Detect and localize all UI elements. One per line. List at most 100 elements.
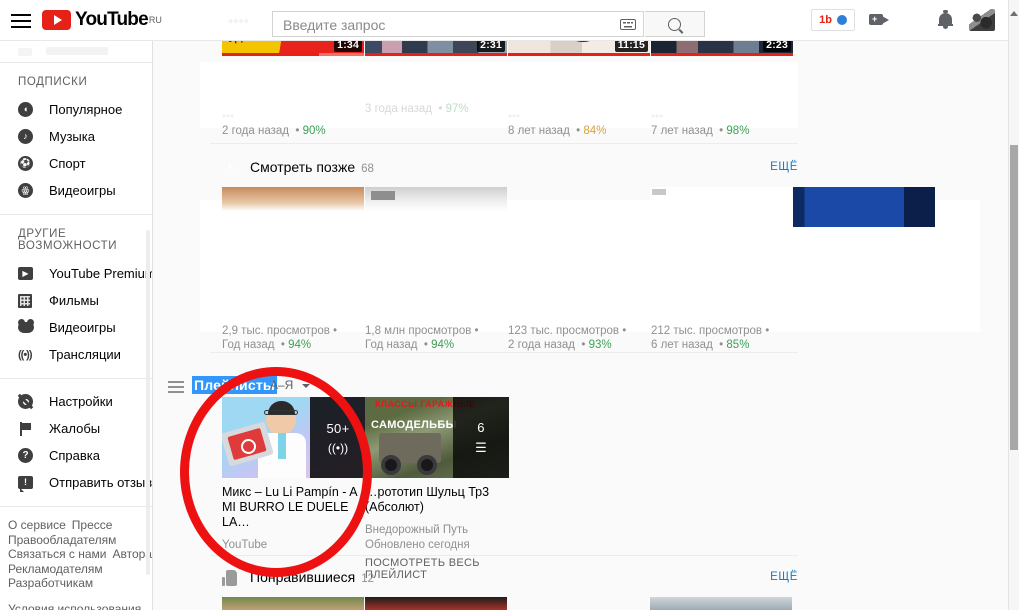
sidebar-item-report-history[interactable]: Жалобы bbox=[0, 415, 152, 442]
sidebar-item-label: Видеоигры bbox=[49, 320, 116, 335]
sidebar-item-gaming-2[interactable]: Видеоигры bbox=[0, 314, 152, 341]
video-meta: 3 года назад • 97% bbox=[365, 103, 469, 115]
playlist-count-overlay: 6 ☰ bbox=[453, 397, 509, 478]
footer-link-terms[interactable]: Условия использования bbox=[8, 602, 141, 610]
sidebar-item-live[interactable]: ((•)) Трансляции bbox=[0, 341, 152, 368]
sidebar-item-music[interactable]: ♪ Музыка bbox=[0, 123, 152, 150]
section-more-button[interactable]: ЕЩЁ bbox=[770, 571, 798, 583]
section-count: 68 bbox=[361, 163, 374, 175]
keyboard-icon[interactable] bbox=[620, 19, 636, 30]
playlist-thumbnail[interactable]: КЛАССЫ ГАРАЖНЫЕ САМОДЕЛЬБЫ 6 ☰ bbox=[365, 397, 509, 478]
search-input[interactable] bbox=[281, 16, 585, 34]
video-rating: 94% bbox=[288, 339, 312, 351]
playlist-thumbnail[interactable]: 50+ ((•)) bbox=[222, 397, 366, 478]
video-camera-icon[interactable]: + bbox=[869, 10, 891, 30]
sidebar-item-label: Настройки bbox=[49, 394, 113, 409]
video-views: 2,9 тыс. просмотров • bbox=[222, 325, 338, 337]
section-title-text: Понравившиеся bbox=[250, 569, 356, 585]
video-thumbnail[interactable] bbox=[222, 597, 364, 610]
playlist-card[interactable]: КЛАССЫ ГАРАЖНЫЕ САМОДЕЛЬБЫ 6 ☰ …рототип … bbox=[365, 397, 509, 581]
sidebar-item-send-feedback[interactable]: ! Отправить отзыв bbox=[0, 469, 152, 496]
sidebar-item-label: Фильмы bbox=[49, 293, 99, 308]
youtube-logo[interactable]: YouTube RU bbox=[42, 9, 162, 31]
footer-link-about[interactable]: О сервисе bbox=[8, 518, 66, 532]
video-rating: 97% bbox=[445, 103, 469, 115]
hamburger-line bbox=[11, 20, 31, 22]
footer-link-contact[interactable]: Связаться с нами bbox=[8, 547, 106, 561]
sidebar-item-gaming[interactable]: ꙮ Видеоигры bbox=[0, 177, 152, 204]
scrollbar-thumb[interactable] bbox=[1010, 145, 1018, 450]
footer-row: Правообладателям bbox=[8, 533, 152, 548]
footer-group-about: О сервисе Прессе Правообладателям Связать… bbox=[8, 518, 152, 591]
sidebar-scrollbar-thumb[interactable] bbox=[146, 230, 150, 575]
sidebar-item-help[interactable]: ? Справка bbox=[0, 442, 152, 469]
search-box[interactable] bbox=[272, 11, 644, 37]
list-burger-icon[interactable] bbox=[168, 378, 184, 396]
gamepad-icon: ꙮ bbox=[18, 183, 40, 198]
section-more-button[interactable]: ЕЩЁ bbox=[770, 161, 798, 173]
sidebar-heading-more-from-youtube: ДРУГИЕ ВОЗМОЖНОСТИ bbox=[18, 228, 118, 252]
sidebar-item-popular[interactable]: ◖ Популярное bbox=[0, 96, 152, 123]
logo-wordmark: YouTube bbox=[75, 9, 149, 30]
page-scrollbar[interactable] bbox=[1008, 0, 1019, 610]
sidebar-item-settings[interactable]: Настройки bbox=[0, 388, 152, 415]
hamburger-line bbox=[11, 14, 31, 16]
video-age: 8 лет назад bbox=[508, 125, 570, 137]
playlist-stack-icon: ☰ bbox=[475, 439, 487, 455]
video-thumbnail[interactable]: 11:15 bbox=[508, 40, 650, 56]
video-duration: 11:15 bbox=[614, 40, 648, 52]
playlist-count-overlay: 50+ ((•)) bbox=[310, 397, 366, 478]
video-thumbnail[interactable] bbox=[222, 187, 364, 227]
balance-dot-icon bbox=[836, 15, 847, 25]
scroll-up-arrow-icon[interactable] bbox=[1009, 8, 1019, 18]
notifications-bell-icon[interactable] bbox=[937, 10, 955, 30]
sort-dropdown[interactable]: А–Я bbox=[270, 378, 310, 392]
search-button[interactable] bbox=[645, 11, 705, 37]
video-views-faded: ••• bbox=[508, 111, 521, 123]
chevron-down-icon bbox=[301, 383, 310, 388]
sidebar-item-sports[interactable]: ⚽ Спорт bbox=[0, 150, 152, 177]
video-thumbnail[interactable] bbox=[650, 187, 792, 227]
footer-link-developers[interactable]: Разработчикам bbox=[8, 576, 93, 590]
video-thumbnail[interactable] bbox=[650, 597, 792, 610]
feedback-icon: ! bbox=[18, 476, 40, 492]
footer-group-legal: Условия использования Конфиденциальность… bbox=[8, 602, 152, 610]
footer-link-copyright[interactable]: Правообладателям bbox=[8, 533, 116, 547]
video-thumbnail[interactable] bbox=[793, 187, 935, 227]
left-sidebar: ПОДПИСКИ ◖ Популярное ♪ Музыка ⚽ Спорт ꙮ… bbox=[0, 40, 153, 610]
partial-label bbox=[46, 47, 108, 55]
sidebar-item-youtube-premium[interactable]: ▶ YouTube Premium bbox=[0, 260, 152, 287]
account-avatar[interactable] bbox=[969, 9, 995, 31]
video-rating: 93% bbox=[588, 339, 612, 351]
sidebar-item-label: Видеоигры bbox=[49, 183, 116, 198]
video-thumbnail[interactable]: УДАЛИТЬ 1:34 bbox=[222, 40, 364, 56]
footer-link-press[interactable]: Прессе bbox=[72, 518, 113, 532]
radio-mix-icon: ((•)) bbox=[327, 440, 349, 455]
section-title: Смотреть позже 68 bbox=[250, 159, 374, 175]
video-thumbnail[interactable]: 2:23 bbox=[651, 40, 793, 56]
footer-row: Разработчикам bbox=[8, 576, 152, 591]
thumbnail-text-mid: САМОДЕЛЬБЫ bbox=[371, 419, 457, 431]
flag-icon bbox=[18, 421, 40, 436]
video-age: 2 года назад bbox=[508, 339, 575, 351]
section-divider bbox=[210, 143, 798, 144]
sidebar-partial-item[interactable] bbox=[0, 40, 152, 62]
section-title-selected: Плейлисты bbox=[192, 376, 278, 394]
video-thumbnail[interactable] bbox=[365, 597, 507, 610]
video-rating: 85% bbox=[726, 339, 750, 351]
sidebar-heading-subscriptions: ПОДПИСКИ bbox=[18, 76, 88, 88]
main-content-area: УДАЛИТЬ 1:34 2:31 11:15 2:23 ••• 2 года … bbox=[152, 40, 1009, 610]
footer-link-advertise[interactable]: Рекламодателям bbox=[8, 562, 103, 576]
playlist-card[interactable]: 50+ ((•)) Микс – Lu Li Pampín - A MI BUR… bbox=[222, 397, 366, 553]
video-thumbnail[interactable]: 2:31 bbox=[365, 40, 507, 56]
balance-badge[interactable]: 1b bbox=[811, 9, 855, 31]
video-rating: 84% bbox=[583, 125, 607, 137]
apps-grid-icon[interactable] bbox=[905, 11, 923, 29]
video-views-faded: ••• bbox=[222, 111, 235, 123]
video-meta: ••• 7 лет назад • 98% bbox=[651, 111, 750, 137]
sidebar-item-movies[interactable]: Фильмы bbox=[0, 287, 152, 314]
video-views: 123 тыс. просмотров • bbox=[508, 325, 627, 337]
hamburger-menu-icon[interactable] bbox=[10, 10, 32, 30]
sort-label: А–Я bbox=[270, 378, 294, 392]
video-thumbnail[interactable] bbox=[365, 187, 507, 227]
